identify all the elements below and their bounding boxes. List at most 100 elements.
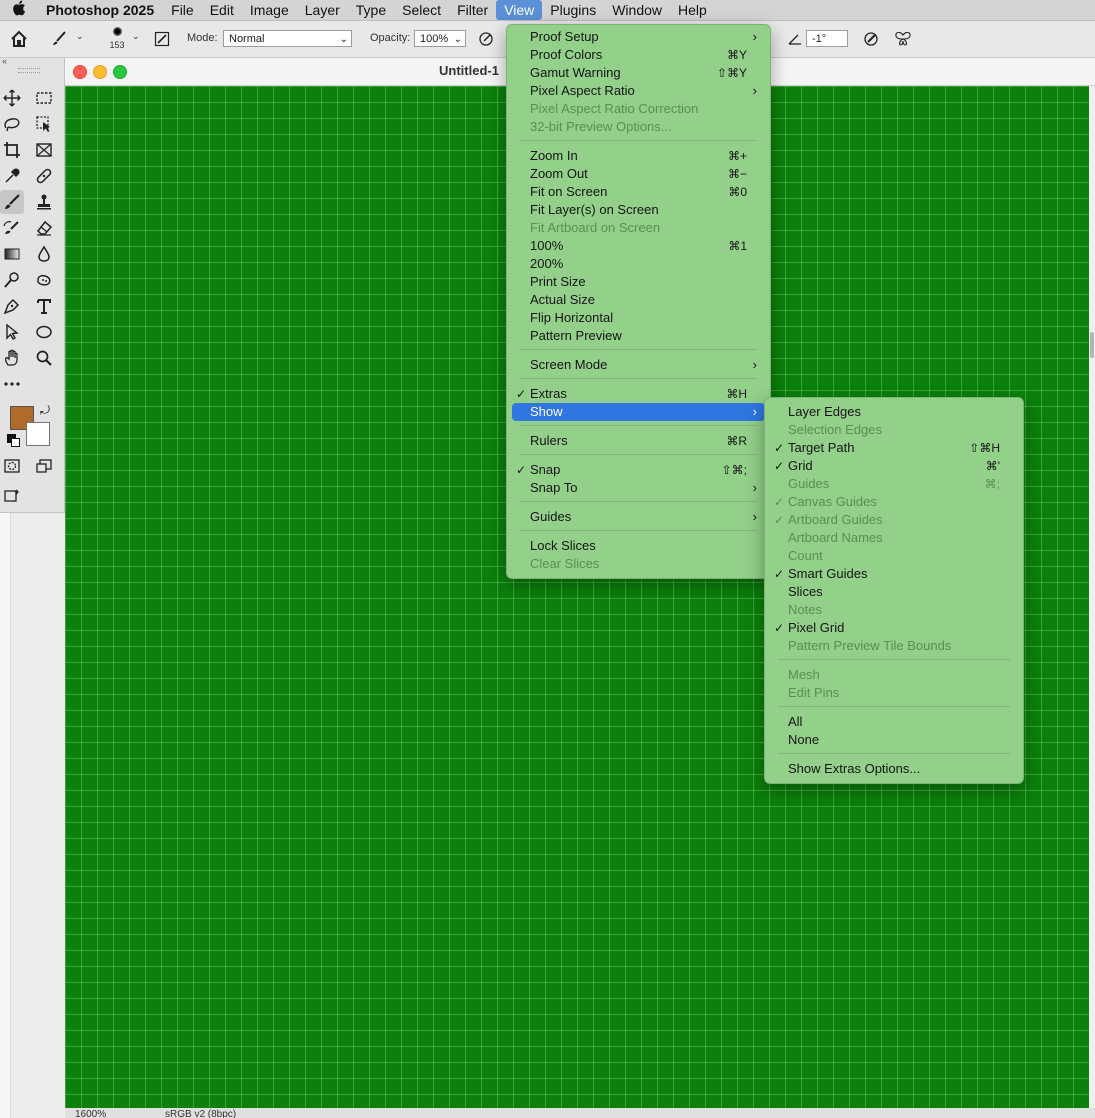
- menu-item-zoom-out[interactable]: Zoom Out ⌘−: [512, 165, 765, 183]
- brush-tool-icon[interactable]: [0, 190, 24, 214]
- brush-settings-icon[interactable]: [151, 28, 173, 50]
- menu-item-screen-mode[interactable]: Screen Mode ›: [512, 356, 765, 374]
- close-window-button[interactable]: [73, 65, 87, 79]
- swap-colors-icon[interactable]: ⤾: [40, 403, 50, 418]
- screen-mode-icon[interactable]: [32, 454, 56, 478]
- menu-item-rulers[interactable]: Rulers ⌘R: [512, 432, 765, 450]
- menu-item-zoom-in[interactable]: Zoom In ⌘+: [512, 147, 765, 165]
- angle-input[interactable]: -1°: [806, 30, 848, 47]
- menu-edit[interactable]: Edit: [202, 0, 242, 20]
- pen-tool-icon[interactable]: [0, 294, 24, 318]
- home-icon[interactable]: [8, 28, 30, 50]
- menu-item-pixel-grid[interactable]: ✓ Pixel Grid: [770, 619, 1018, 637]
- menu-item-gamut-warning[interactable]: Gamut Warning ⇧⌘Y: [512, 64, 765, 82]
- default-colors-icon[interactable]: [7, 434, 20, 447]
- frame-tool-icon[interactable]: [32, 138, 56, 162]
- menu-item-print-size[interactable]: Print Size: [512, 273, 765, 291]
- menu-item-flip-horizontal[interactable]: Flip Horizontal: [512, 309, 765, 327]
- menu-item-extras[interactable]: ✓ Extras ⌘H: [512, 385, 765, 403]
- path-selection-tool-icon[interactable]: [0, 320, 24, 344]
- menu-item-200[interactable]: 200%: [512, 255, 765, 273]
- menu-item-target-path[interactable]: ✓ Target Path ⇧⌘H: [770, 439, 1018, 457]
- chevron-down-icon[interactable]: ⌄: [76, 31, 84, 42]
- brush-preset-picker[interactable]: 153: [106, 25, 128, 55]
- menu-item-smart-guides[interactable]: ✓ Smart Guides: [770, 565, 1018, 583]
- menu-item-label: Pattern Preview Tile Bounds: [788, 638, 952, 653]
- menu-photoshop[interactable]: Photoshop 2025: [38, 0, 163, 20]
- crop-tool-icon[interactable]: [0, 138, 24, 162]
- menu-item-fit-layer-s-on-screen[interactable]: Fit Layer(s) on Screen: [512, 201, 765, 219]
- chevron-down-icon[interactable]: ⌄: [132, 31, 140, 42]
- clone-stamp-tool-icon[interactable]: [32, 190, 56, 214]
- opacity-input[interactable]: 100% ⌄: [414, 30, 466, 47]
- menu-item-shortcut: ⇧⌘;: [721, 463, 747, 477]
- menu-item-layer-edges[interactable]: Layer Edges: [770, 403, 1018, 421]
- menu-file[interactable]: File: [163, 0, 202, 20]
- menu-item-grid[interactable]: ✓ Grid ⌘': [770, 457, 1018, 475]
- menu-item-100[interactable]: 100% ⌘1: [512, 237, 765, 255]
- menu-item-all[interactable]: All: [770, 713, 1018, 731]
- menu-help[interactable]: Help: [670, 0, 715, 20]
- gradient-tool-icon[interactable]: [0, 242, 24, 266]
- symmetry-butterfly-icon[interactable]: [892, 28, 914, 50]
- panel-grip[interactable]: [18, 68, 40, 73]
- menu-item-guides[interactable]: Guides ›: [512, 508, 765, 526]
- zoom-level[interactable]: 1600%: [75, 1109, 106, 1118]
- blur-tool-icon[interactable]: [32, 242, 56, 266]
- menu-item-actual-size[interactable]: Actual Size: [512, 291, 765, 309]
- scrollbar-thumb[interactable]: [1090, 332, 1094, 358]
- menu-view[interactable]: View: [496, 0, 543, 20]
- menu-image[interactable]: Image: [242, 0, 297, 20]
- pressure-opacity-icon[interactable]: [475, 28, 497, 50]
- menu-item-slices[interactable]: Slices: [770, 583, 1018, 601]
- hand-tool-icon[interactable]: [0, 346, 24, 370]
- marquee-tool-icon[interactable]: [32, 86, 56, 110]
- menu-plugins[interactable]: Plugins: [542, 0, 604, 20]
- menu-item-pixel-aspect-ratio[interactable]: Pixel Aspect Ratio ›: [512, 82, 765, 100]
- history-brush-tool-icon[interactable]: [0, 216, 24, 240]
- minimize-window-button[interactable]: [93, 65, 107, 79]
- brush-tool-icon[interactable]: [48, 28, 70, 50]
- move-tool-icon[interactable]: [0, 86, 24, 110]
- menu-select[interactable]: Select: [394, 0, 449, 20]
- background-color-swatch[interactable]: [26, 422, 50, 446]
- menu-type[interactable]: Type: [348, 0, 394, 20]
- menu-window[interactable]: Window: [604, 0, 670, 20]
- menu-filter[interactable]: Filter: [449, 0, 496, 20]
- menu-item-none[interactable]: None: [770, 731, 1018, 749]
- ellipse-tool-icon[interactable]: [32, 320, 56, 344]
- healing-brush-tool-icon[interactable]: [32, 164, 56, 188]
- vertical-scrollbar[interactable]: [1089, 86, 1095, 1108]
- sponge-tool-icon[interactable]: [32, 268, 56, 292]
- pressure-size-icon[interactable]: [860, 28, 882, 50]
- tools-panel: « ⤾: [0, 56, 65, 513]
- menu-item-show[interactable]: Show ›: [512, 403, 765, 421]
- menu-layer[interactable]: Layer: [297, 0, 348, 20]
- eyedropper-tool-icon[interactable]: [0, 164, 24, 188]
- dodge-tool-icon[interactable]: [0, 268, 24, 292]
- eraser-tool-icon[interactable]: [32, 216, 56, 240]
- menu-item-snap-to[interactable]: Snap To ›: [512, 479, 765, 497]
- menu-item-pattern-preview[interactable]: Pattern Preview: [512, 327, 765, 345]
- quick-mask-icon[interactable]: [0, 454, 24, 478]
- menu-item-show-extras-options[interactable]: Show Extras Options...: [770, 760, 1018, 778]
- menu-item-snap[interactable]: ✓ Snap ⇧⌘;: [512, 461, 765, 479]
- menu-item-fit-on-screen[interactable]: Fit on Screen ⌘0: [512, 183, 765, 201]
- mode-select[interactable]: Normal ⌄: [223, 30, 352, 47]
- more-tools-icon[interactable]: [0, 372, 24, 396]
- menu-item-label: Fit Artboard on Screen: [530, 220, 661, 235]
- menu-item-shortcut: ⌘1: [728, 239, 747, 253]
- type-tool-icon[interactable]: [32, 294, 56, 318]
- menu-item-lock-slices[interactable]: Lock Slices: [512, 537, 765, 555]
- lasso-tool-icon[interactable]: [0, 112, 24, 136]
- menu-item-label: Show Extras Options...: [788, 761, 921, 776]
- apple-icon[interactable]: [0, 0, 38, 20]
- menu-item-proof-setup[interactable]: Proof Setup ›: [512, 28, 765, 46]
- generative-icon[interactable]: [0, 484, 24, 508]
- collapse-icon[interactable]: «: [2, 56, 7, 66]
- object-selection-tool-icon[interactable]: [32, 112, 56, 136]
- menu-item-proof-colors[interactable]: Proof Colors ⌘Y: [512, 46, 765, 64]
- menu-item-label: 200%: [530, 256, 564, 271]
- zoom-window-button[interactable]: [113, 65, 127, 79]
- zoom-tool-icon[interactable]: [32, 346, 56, 370]
